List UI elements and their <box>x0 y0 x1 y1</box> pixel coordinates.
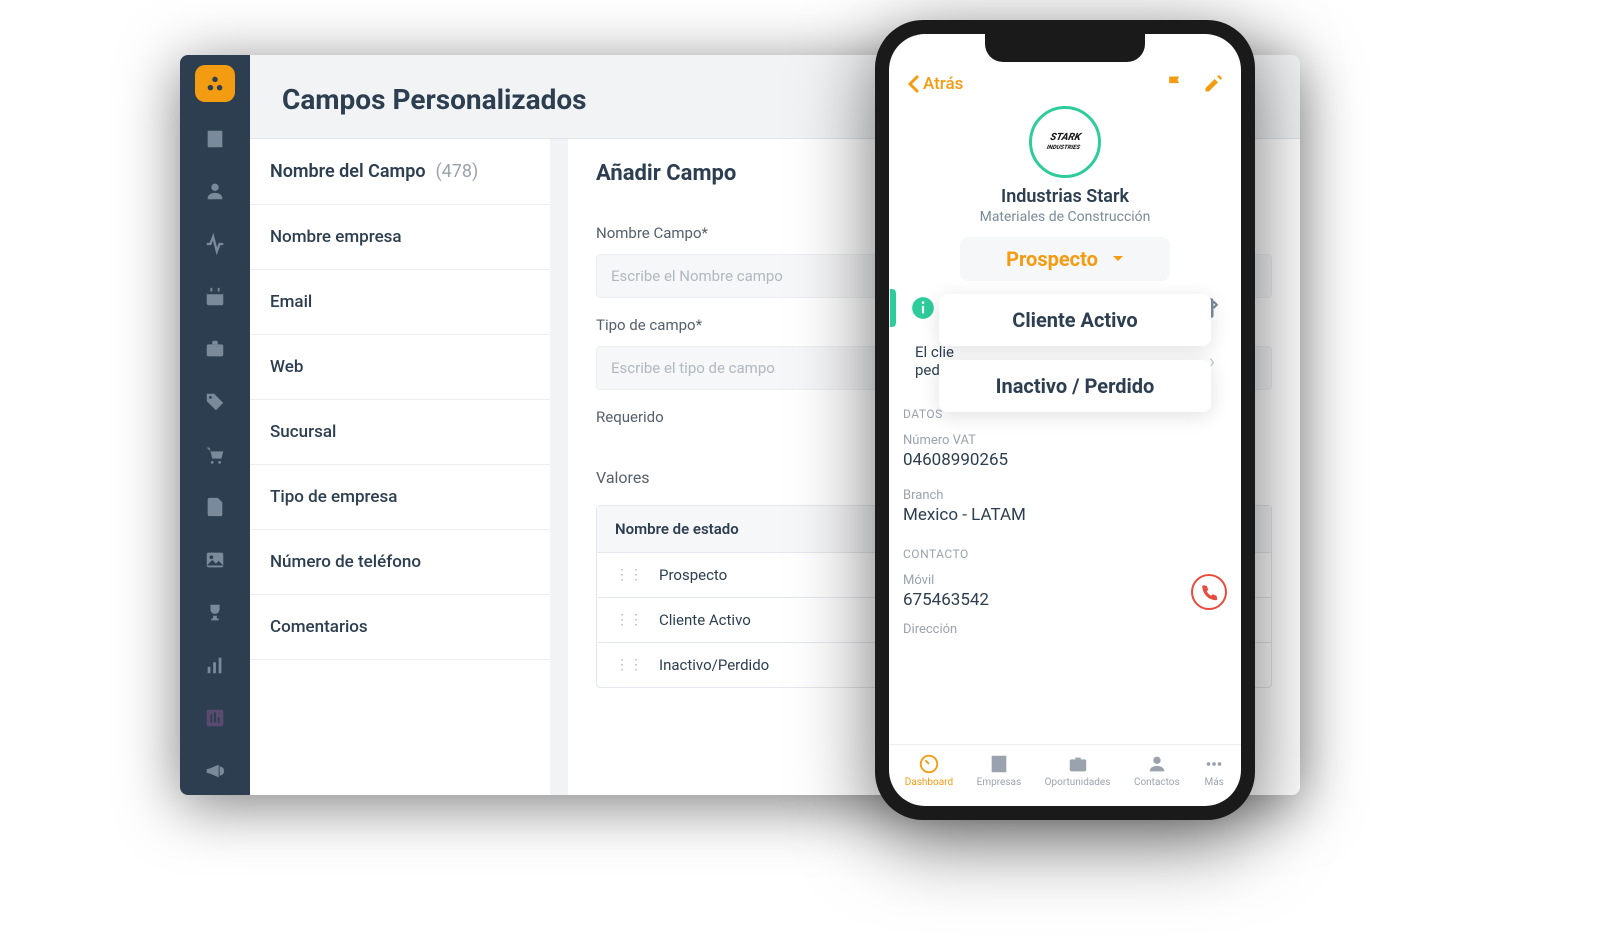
bottom-nav: Dashboard Empresas Oportunidades Contact… <box>889 744 1241 806</box>
list-header-count: (478) <box>436 161 479 182</box>
field-row[interactable]: Nombre empresa <box>250 205 550 270</box>
field-row[interactable]: Comentarios <box>250 595 550 660</box>
nav-briefcase-icon[interactable] <box>180 325 250 374</box>
nav-activity-icon[interactable] <box>180 220 250 269</box>
back-label: Atrás <box>923 74 963 94</box>
company-subtitle: Materiales de Construcción <box>889 209 1241 225</box>
nav-companies[interactable]: Empresas <box>977 753 1021 788</box>
company-logo-text: STARKINDUSTRIES <box>1047 133 1084 151</box>
nav-analytics-icon[interactable] <box>180 694 250 743</box>
section-contact-title: CONTACTO <box>889 537 1241 567</box>
nav-more[interactable]: Más <box>1203 753 1225 788</box>
nav-tag-icon[interactable] <box>180 378 250 427</box>
chevron-down-icon <box>1112 255 1124 263</box>
phone-notch <box>985 34 1145 62</box>
nav-calendar-icon[interactable] <box>180 272 250 321</box>
field-row[interactable]: Tipo de empresa <box>250 465 550 530</box>
address-label: Dirección <box>903 622 1227 637</box>
mobile-label: Móvil <box>903 573 989 588</box>
back-button[interactable]: Atrás <box>907 74 963 94</box>
app-logo[interactable] <box>195 65 235 102</box>
list-header: Nombre del Campo (478) <box>250 139 550 205</box>
drag-handle-icon[interactable]: ⋮⋮ <box>615 612 643 628</box>
status-current: Prospecto <box>1006 247 1098 271</box>
nav-files-icon[interactable] <box>180 483 250 532</box>
vat-label: Número VAT <box>903 433 1227 448</box>
branch-label: Branch <box>903 488 1227 503</box>
nav-contacts-icon[interactable] <box>180 167 250 216</box>
call-button[interactable] <box>1191 574 1227 610</box>
fields-list: Nombre del Campo (478) Nombre empresa Em… <box>250 139 550 795</box>
mobile-value: 675463542 <box>903 590 989 610</box>
status-options: Cliente Activo Inactivo / Perdido <box>939 294 1211 426</box>
nav-opportunities[interactable]: Oportunidades <box>1045 753 1111 788</box>
nav-trophy-icon[interactable] <box>180 588 250 637</box>
status-option[interactable]: Inactivo / Perdido <box>939 360 1211 412</box>
nav-contacts[interactable]: Contactos <box>1134 753 1180 788</box>
value-label: Prospecto <box>659 566 727 584</box>
field-row[interactable]: Sucursal <box>250 400 550 465</box>
nav-reports-icon[interactable] <box>180 641 250 690</box>
branch-value: Mexico - LATAM <box>903 505 1227 525</box>
nav-label: Dashboard <box>905 777 953 788</box>
phone-screen: Atrás STARKINDUSTRIES Industrias Stark M… <box>889 34 1241 806</box>
phone-frame: Atrás STARKINDUSTRIES Industrias Stark M… <box>875 20 1255 820</box>
tab-info-icon[interactable] <box>910 295 936 321</box>
field-row[interactable]: Web <box>250 335 550 400</box>
drag-handle-icon[interactable]: ⋮⋮ <box>615 657 643 673</box>
nav-companies-icon[interactable] <box>180 114 250 163</box>
nav-label: Empresas <box>977 777 1021 788</box>
nav-label: Contactos <box>1134 777 1180 788</box>
sidebar <box>180 55 250 795</box>
field-row[interactable]: Email <box>250 270 550 335</box>
drag-handle-icon[interactable]: ⋮⋮ <box>615 567 643 583</box>
company-avatar: STARKINDUSTRIES <box>1029 106 1101 178</box>
flag-icon[interactable] <box>1165 74 1185 94</box>
list-header-label: Nombre del Campo <box>270 161 426 182</box>
edit-icon[interactable] <box>1203 74 1223 94</box>
nav-label: Oportunidades <box>1045 777 1111 788</box>
nav-cart-icon[interactable] <box>180 430 250 479</box>
value-label: Cliente Activo <box>659 611 751 629</box>
nav-image-icon[interactable] <box>180 536 250 585</box>
nav-dashboard[interactable]: Dashboard <box>905 753 953 788</box>
status-option[interactable]: Cliente Activo <box>939 294 1211 346</box>
status-dropdown[interactable]: Prospecto <box>960 237 1170 281</box>
company-name: Industrias Stark <box>889 186 1241 207</box>
nav-label: Más <box>1205 777 1224 788</box>
vat-value: 04608990265 <box>903 450 1227 470</box>
field-row[interactable]: Número de teléfono <box>250 530 550 595</box>
nav-campaigns-icon[interactable] <box>180 746 250 795</box>
value-label: Inactivo/Perdido <box>659 656 769 674</box>
